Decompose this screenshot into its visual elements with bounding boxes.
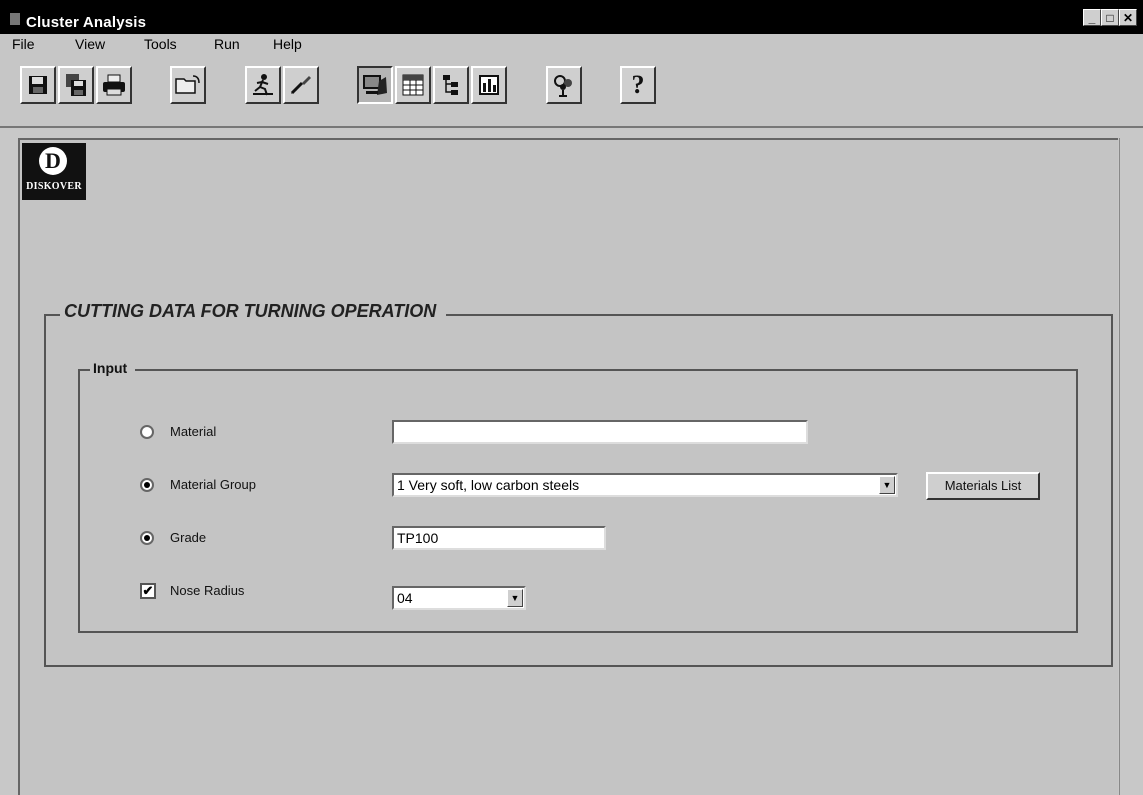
input-group: Input Material Material Group 1 Very sof…: [78, 360, 1078, 633]
materials-list-button[interactable]: Materials List: [926, 472, 1040, 500]
spreadsheet-icon: [402, 74, 424, 96]
material-input[interactable]: [392, 420, 808, 444]
analysis-button[interactable]: [357, 66, 393, 104]
dropdown-arrow-icon[interactable]: ▼: [507, 589, 523, 607]
logo-text: DISKOVER: [26, 181, 82, 192]
help-icon: ?: [631, 70, 645, 99]
run-button[interactable]: [245, 66, 281, 104]
nose-radius-label: Nose Radius: [170, 583, 245, 598]
nose-radius-select[interactable]: 04 ▼: [392, 586, 526, 610]
grade-radio[interactable]: [140, 531, 154, 545]
save-all-button[interactable]: [58, 66, 94, 104]
material-group-value: 1 Very soft, low carbon steels: [397, 477, 580, 493]
form-title: CUTTING DATA FOR TURNING OPERATION: [60, 301, 447, 322]
save-all-icon: [66, 74, 86, 96]
close-button[interactable]: ✕: [1119, 9, 1137, 26]
menu-run[interactable]: Run: [214, 36, 240, 52]
menu-file[interactable]: File: [12, 36, 35, 52]
print-button[interactable]: [96, 66, 132, 104]
help-button[interactable]: ?: [620, 66, 656, 104]
material-label: Material: [170, 424, 217, 439]
dropdown-arrow-icon[interactable]: ▼: [879, 476, 895, 494]
application-window: Cluster Analysis _ □ ✕ File View Tools R…: [0, 0, 1143, 795]
open-folder-icon: [175, 75, 200, 94]
material-radio[interactable]: [140, 425, 154, 439]
title-bar[interactable]: Cluster Analysis _ □ ✕: [0, 0, 1143, 34]
grade-label: Grade: [170, 530, 207, 545]
brush-icon: [290, 76, 311, 95]
menu-view[interactable]: View: [75, 36, 105, 52]
analysis-icon: [363, 75, 387, 95]
window-title: Cluster Analysis: [26, 14, 147, 31]
material-group-radio[interactable]: [140, 478, 154, 492]
material-group-select[interactable]: 1 Very soft, low carbon steels ▼: [392, 473, 898, 497]
menu-tools[interactable]: Tools: [144, 36, 177, 52]
diskover-logo: D DISKOVER: [22, 143, 86, 200]
brush-button[interactable]: [283, 66, 319, 104]
tree-button[interactable]: [433, 66, 469, 104]
app-icon[interactable]: [10, 13, 20, 25]
chart-icon: [479, 75, 499, 95]
vertical-scrollbar[interactable]: [1119, 138, 1143, 795]
run-icon: [253, 74, 273, 96]
minimize-button[interactable]: _: [1083, 9, 1101, 26]
cluster-button[interactable]: [546, 66, 582, 104]
nose-radius-checkbox[interactable]: ✔: [140, 583, 156, 599]
maximize-button[interactable]: □: [1101, 9, 1119, 26]
print-icon: [103, 74, 125, 96]
client-area: D DISKOVER CUTTING DATA FOR TURNING OPER…: [18, 138, 1118, 795]
chart-button[interactable]: [471, 66, 507, 104]
cutting-data-group: CUTTING DATA FOR TURNING OPERATION Input…: [44, 301, 1113, 667]
open-button[interactable]: [170, 66, 206, 104]
logo-mark: D: [39, 147, 67, 175]
spreadsheet-button[interactable]: [395, 66, 431, 104]
menu-bar: File View Tools Run Help: [0, 34, 1143, 56]
cluster-icon: [554, 75, 572, 97]
toolbar: ?: [0, 56, 1143, 128]
save-button[interactable]: [20, 66, 56, 104]
tree-icon: [443, 75, 458, 95]
save-icon: [29, 76, 47, 94]
grade-input[interactable]: TP100: [392, 526, 606, 550]
nose-radius-value: 04: [397, 590, 413, 606]
input-group-label: Input: [90, 360, 136, 376]
menu-help[interactable]: Help: [273, 36, 302, 52]
material-group-label: Material Group: [170, 477, 256, 492]
